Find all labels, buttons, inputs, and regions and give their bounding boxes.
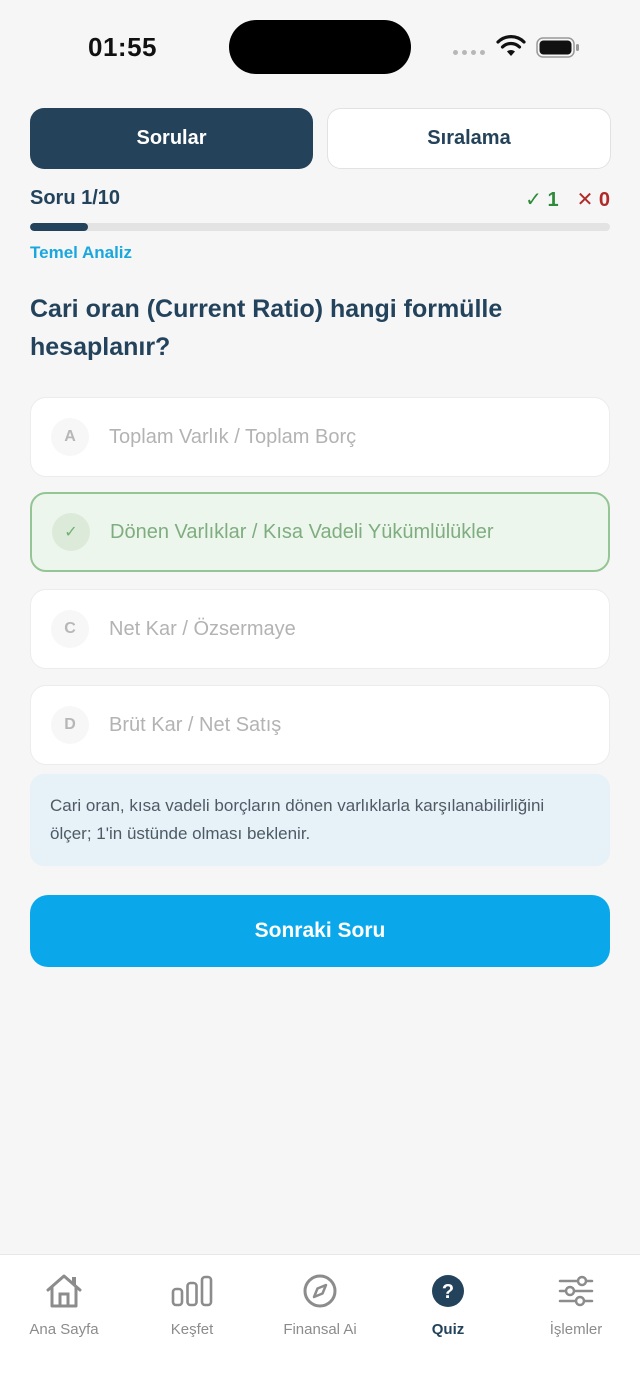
option-text: Dönen Varlıklar / Kısa Vadeli Yükümlülük… (110, 520, 494, 543)
tabbar-label: Ana Sayfa (29, 1321, 99, 1338)
question-counter: Soru 1/10 (30, 187, 121, 209)
option-letter: D (51, 706, 89, 744)
tab-ranking[interactable]: Sıralama (327, 108, 611, 169)
question-text: Cari oran (Current Ratio) hangi formülle… (30, 295, 503, 361)
option-letter: A (51, 418, 89, 456)
question-icon: ? (427, 1271, 469, 1311)
sliders-icon (555, 1271, 597, 1311)
score-summary: ✓ 1 ✕ 0 (525, 187, 610, 212)
correct-count: ✓ 1 (525, 189, 559, 211)
home-icon (43, 1271, 85, 1311)
explanation-box: Cari oran, kısa vadeli borçların dönen v… (30, 774, 610, 866)
bar-chart-icon (171, 1271, 213, 1311)
option-text: Brüt Kar / Net Satış (109, 713, 282, 736)
tabbar-item-finansal-ai[interactable]: Finansal Ai (256, 1271, 384, 1338)
option-text: Net Kar / Özsermaye (109, 617, 296, 640)
tabbar-item-explore[interactable]: Keşfet (128, 1271, 256, 1338)
tabbar-item-quiz[interactable]: ? Quiz (384, 1271, 512, 1338)
svg-text:?: ? (442, 1281, 454, 1303)
quiz-screen: 01:55 Sorular Sıralama Soru 1/10 ✓ 1 ✕ 0… (0, 0, 640, 1390)
option-c[interactable]: C Net Kar / Özsermaye (30, 589, 610, 669)
battery-icon (536, 37, 579, 58)
next-question-button[interactable]: Sonraki Soru (30, 895, 610, 967)
tabbar-label: İşlemler (549, 1321, 603, 1338)
tabbar-label: Keşfet (170, 1321, 214, 1338)
category-label: Temel Analiz (30, 243, 133, 262)
option-a[interactable]: A Toplam Varlık / Toplam Borç (30, 397, 610, 477)
status-time: 01:55 (88, 32, 157, 62)
compass-icon (299, 1271, 341, 1311)
bottom-tab-bar: Ana Sayfa Keşfet Finansal Ai ? Quiz İşle… (0, 1254, 640, 1390)
progress-bar (30, 223, 610, 231)
wifi-icon (496, 35, 526, 56)
option-letter: C (51, 610, 89, 648)
tabbar-label: Finansal Ai (283, 1321, 357, 1338)
wrong-count: ✕ 0 (576, 189, 610, 211)
checkmark-icon: ✓ (52, 513, 90, 551)
dynamic-island (229, 20, 411, 74)
progress-fill (30, 223, 88, 231)
cellular-signal-icon (453, 50, 485, 55)
tabbar-item-home[interactable]: Ana Sayfa (0, 1271, 128, 1338)
tab-questions[interactable]: Sorular (30, 108, 313, 169)
tabbar-label: Quiz (431, 1321, 465, 1338)
tabbar-item-transactions[interactable]: İşlemler (512, 1271, 640, 1338)
option-text: Toplam Varlık / Toplam Borç (109, 425, 357, 448)
option-d[interactable]: D Brüt Kar / Net Satış (30, 685, 610, 765)
status-bar: 01:55 (0, 0, 640, 96)
option-b-correct[interactable]: ✓ Dönen Varlıklar / Kısa Vadeli Yükümlül… (30, 492, 610, 572)
